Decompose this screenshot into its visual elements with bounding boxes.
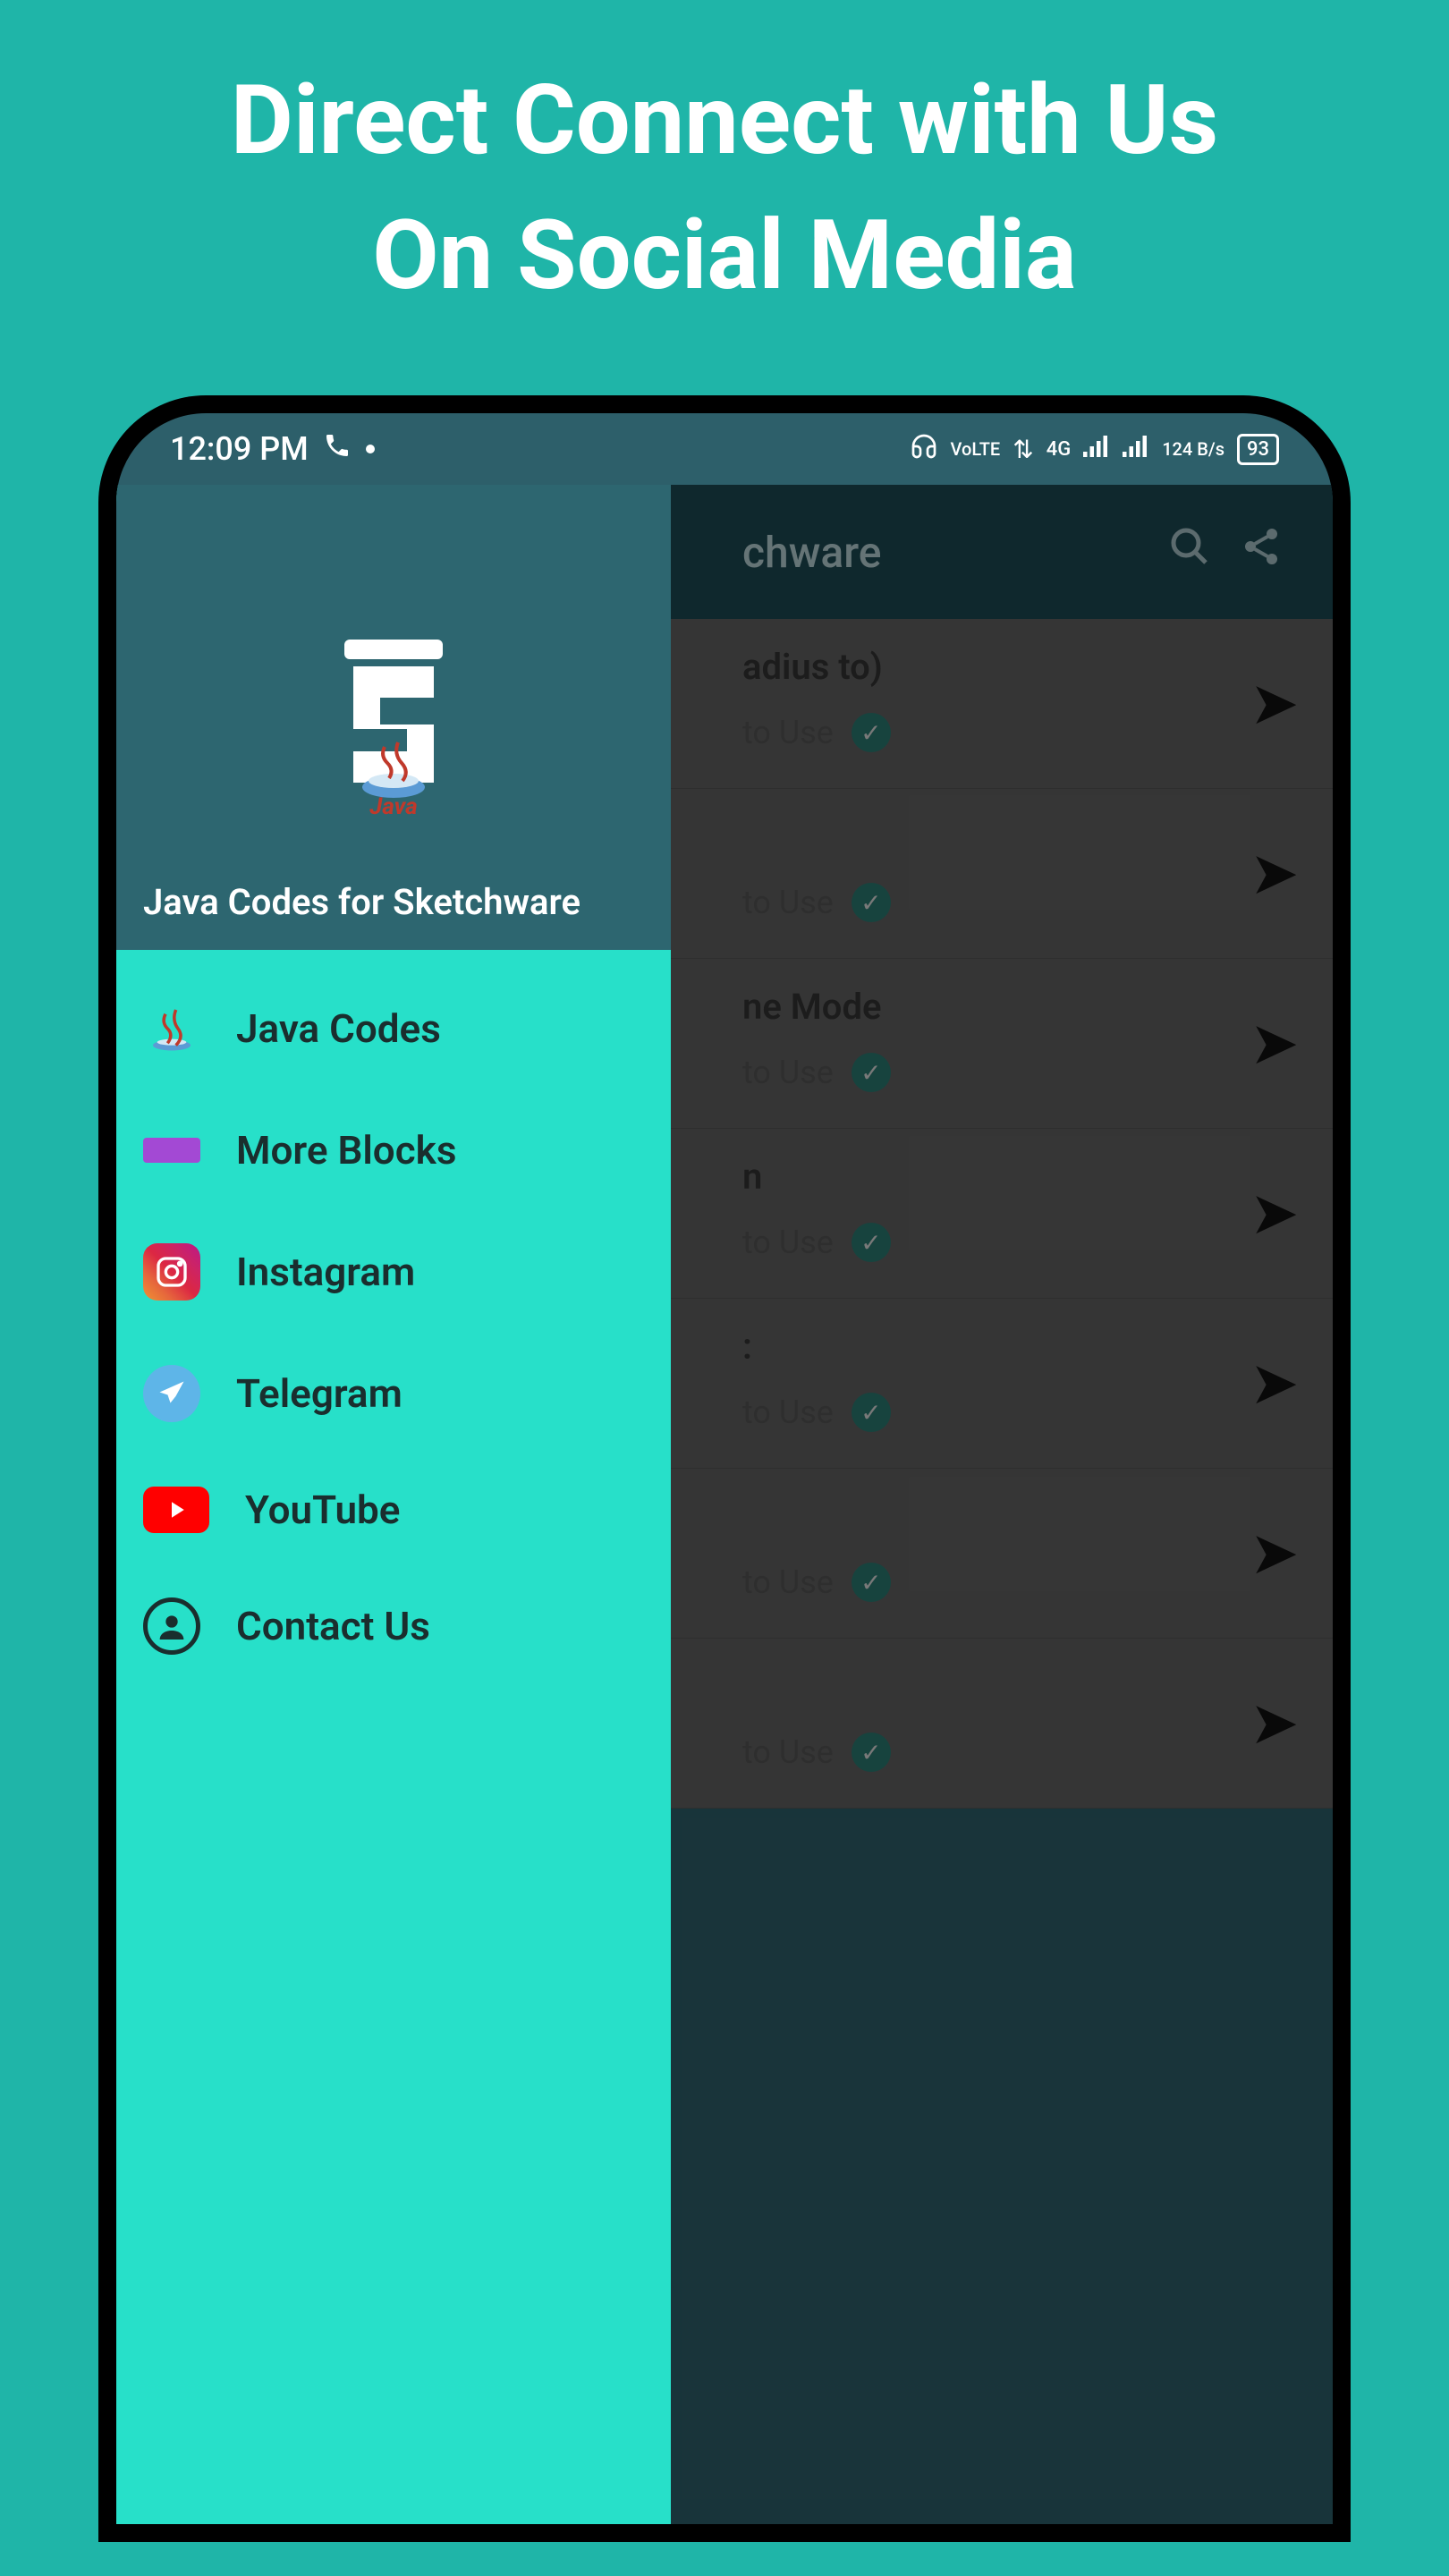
drawer-item-label: Contact Us (236, 1603, 430, 1649)
drawer-item-label: YouTube (245, 1487, 400, 1533)
navigation-drawer: Java Java Codes for Sketchware Java Code… (116, 485, 671, 2524)
status-bar: 12:09 PM VoLTE ⇅ 4G 124 B/s (116, 413, 1333, 485)
status-dot (366, 445, 375, 453)
drawer-title: Java Codes for Sketchware (143, 881, 644, 923)
drawer-item-instagram[interactable]: Instagram (116, 1211, 671, 1333)
drawer-item-label: Java Codes (236, 1005, 441, 1052)
contact-icon (143, 1597, 200, 1655)
drawer-item-java-codes[interactable]: Java Codes (116, 968, 671, 1089)
promo-line-2: On Social Media (36, 189, 1413, 324)
battery-indicator: 93 (1237, 434, 1279, 465)
drawer-item-youtube[interactable]: YouTube (116, 1454, 671, 1565)
drawer-item-more-blocks[interactable]: More Blocks (116, 1089, 671, 1211)
drawer-item-contact-us[interactable]: Contact Us (116, 1565, 671, 1687)
blocks-icon (143, 1122, 200, 1179)
signal-bars-icon (1083, 434, 1110, 465)
data-arrows-icon: ⇅ (1013, 435, 1033, 464)
phone-screen: 12:09 PM VoLTE ⇅ 4G 124 B/s (116, 413, 1333, 2524)
svg-text:Java: Java (369, 793, 417, 820)
signal-bars-icon-2 (1123, 434, 1149, 465)
instagram-icon (143, 1243, 200, 1301)
youtube-icon (143, 1487, 209, 1533)
java-icon (143, 1000, 200, 1057)
phone-frame: 12:09 PM VoLTE ⇅ 4G 124 B/s (98, 395, 1351, 2542)
drawer-item-telegram[interactable]: Telegram (116, 1333, 671, 1454)
drawer-menu: Java Codes More Blocks Instagram (116, 950, 671, 1705)
phone-icon (323, 430, 352, 468)
drawer-item-label: More Blocks (236, 1127, 457, 1174)
drawer-header: Java Java Codes for Sketchware (116, 485, 671, 950)
net-speed: 124 B/s (1162, 440, 1224, 458)
promo-heading: Direct Connect with Us On Social Media (0, 0, 1449, 324)
app-logo: Java (143, 631, 644, 827)
headphones-icon (910, 432, 938, 467)
status-time: 12:09 PM (170, 430, 309, 468)
telegram-icon (143, 1365, 200, 1422)
drawer-item-label: Telegram (236, 1370, 402, 1417)
volte-label: VoLTE (951, 440, 1001, 458)
signal-4g: 4G (1046, 438, 1072, 461)
promo-line-1: Direct Connect with Us (36, 54, 1413, 189)
drawer-item-label: Instagram (236, 1249, 415, 1295)
